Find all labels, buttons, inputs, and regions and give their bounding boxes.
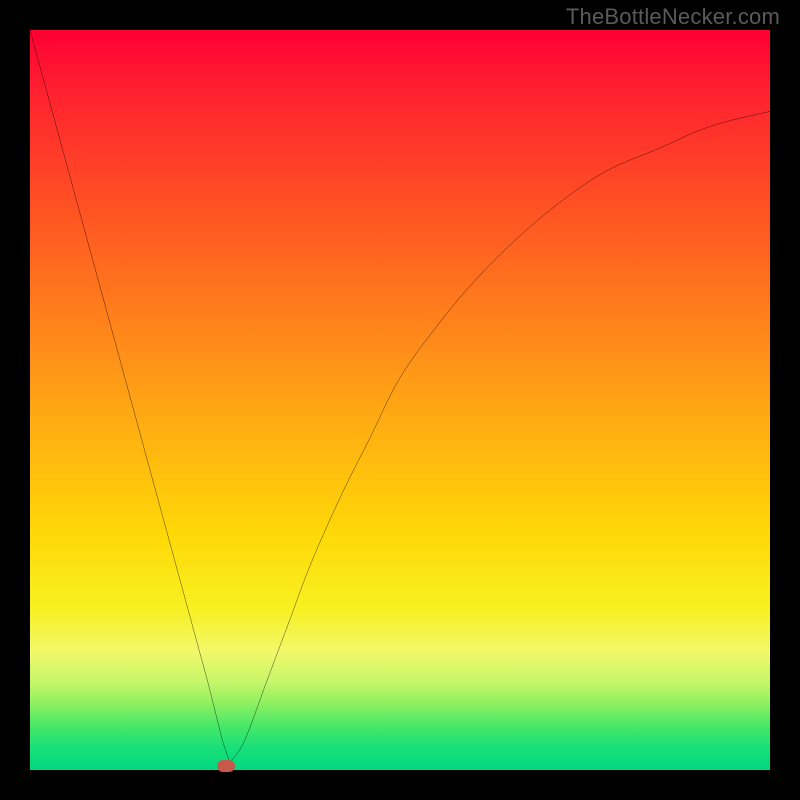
minimum-marker xyxy=(217,760,235,772)
plot-area xyxy=(30,30,770,770)
watermark-text: TheBottleNecker.com xyxy=(566,4,780,30)
chart-frame: TheBottleNecker.com xyxy=(0,0,800,800)
bottleneck-curve xyxy=(30,30,770,770)
